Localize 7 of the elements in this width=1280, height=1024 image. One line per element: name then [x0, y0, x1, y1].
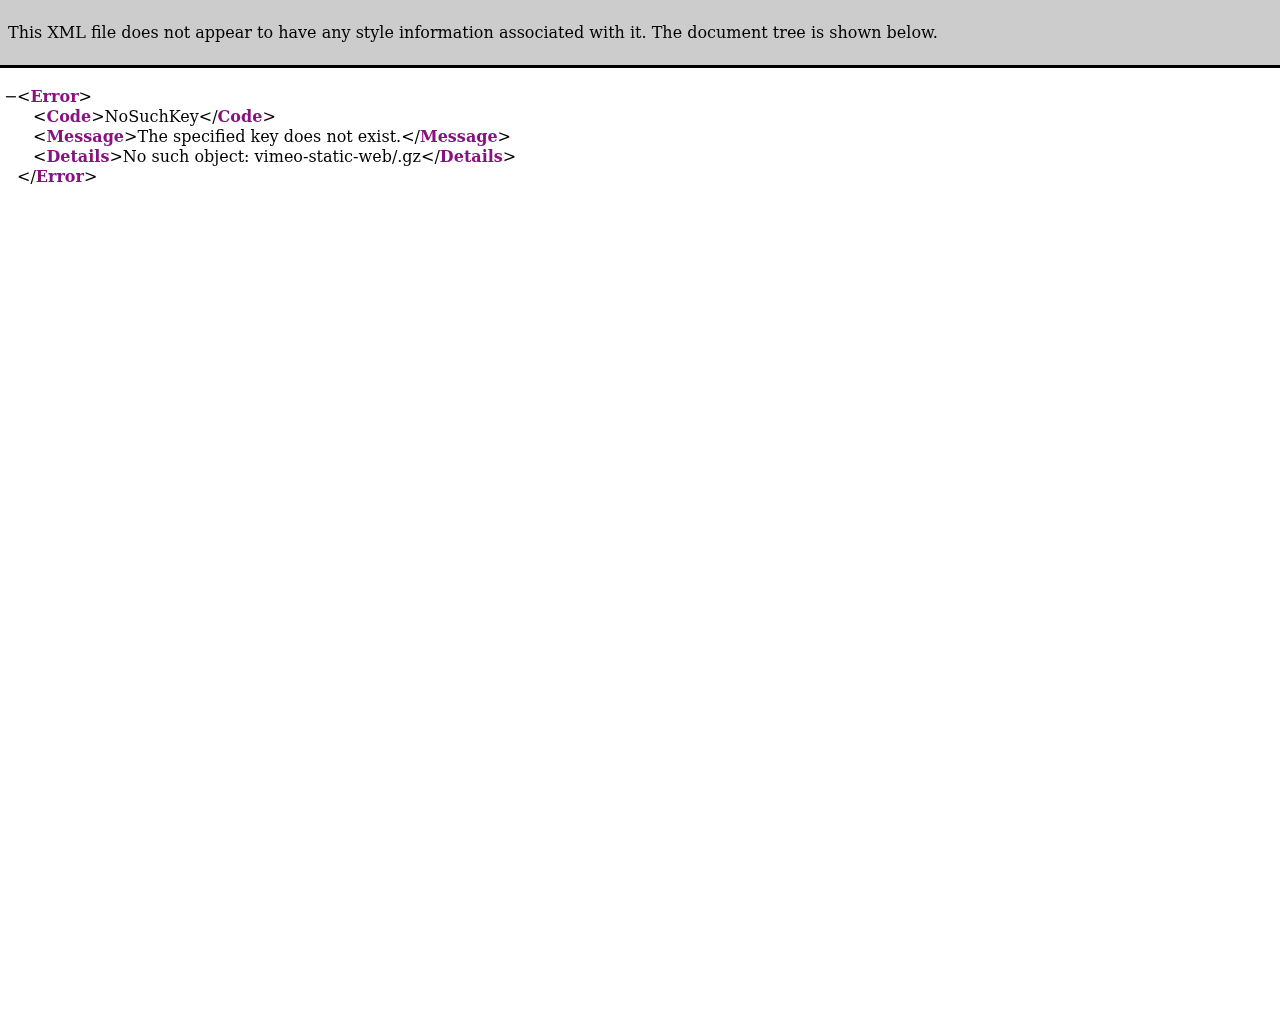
xml-line: <Details>No such object: vimeo-static-web/.gz</Details>	[33, 147, 517, 167]
xml-line: <Error>	[17, 87, 92, 107]
collapse-toggle[interactable]: −	[4, 87, 17, 107]
xml-line: </Error>	[17, 167, 98, 187]
xml-line: <Message>The specified key does not exist.</Message>	[33, 127, 511, 147]
banner-text: This XML file does not appear to have any style information associated with it. The document tree is shown below.	[8, 23, 938, 42]
xml-line: <Code>NoSuchKey</Code>	[33, 107, 276, 127]
